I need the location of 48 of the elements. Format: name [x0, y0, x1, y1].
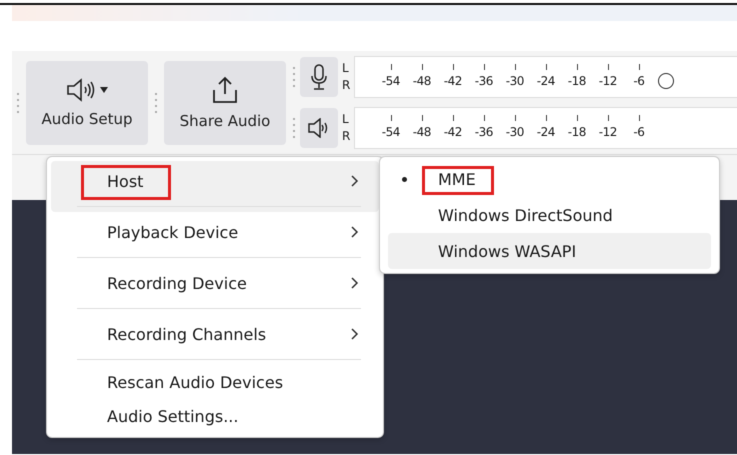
- chevron-right-icon: [351, 226, 359, 238]
- tick-label: -30: [499, 117, 530, 139]
- meter-button[interactable]: [300, 108, 338, 148]
- channel-label: L: [342, 60, 350, 77]
- menu-item[interactable]: Windows WASAPI: [388, 233, 711, 269]
- tick-label: -48: [406, 66, 438, 88]
- channel-label: R: [342, 77, 350, 94]
- tick-label: -18: [561, 117, 592, 139]
- drag-handle[interactable]: [292, 116, 296, 140]
- chevron-right-icon: [351, 328, 359, 340]
- menu-item[interactable]: Audio Settings...: [51, 399, 379, 433]
- tick-label: -12: [592, 66, 624, 88]
- annotation-box: [422, 166, 494, 194]
- tick-label: -6: [623, 66, 654, 88]
- tick-label: -24: [530, 66, 562, 88]
- menu-item[interactable]: Playback Device: [51, 212, 379, 263]
- toolbar-button[interactable]: Audio Setup: [26, 60, 148, 144]
- tick-label: -30: [499, 66, 530, 88]
- tick-label: -54: [375, 66, 406, 88]
- speaker-icon: [66, 78, 96, 102]
- tick-label: -24: [530, 117, 562, 139]
- toolbar-button[interactable]: Share Audio: [164, 60, 286, 144]
- drag-handle[interactable]: [16, 90, 20, 114]
- drag-handle[interactable]: [292, 65, 296, 89]
- menu-item[interactable]: Recording Channels: [51, 314, 379, 365]
- drag-handle[interactable]: [154, 90, 158, 114]
- menu-item[interactable]: Recording Device: [51, 263, 379, 314]
- tick-label: -18: [561, 66, 592, 88]
- menu-item[interactable]: MME: [388, 161, 711, 197]
- tick-label: -54: [375, 117, 406, 139]
- meter-button[interactable]: [300, 57, 338, 97]
- menu-item[interactable]: Rescan Audio Devices: [51, 365, 379, 399]
- menu-item[interactable]: Host: [51, 161, 379, 212]
- caret-icon: [100, 86, 108, 92]
- tick-label: -36: [468, 117, 500, 139]
- tick-label: -36: [468, 66, 500, 88]
- chevron-right-icon: [351, 175, 359, 187]
- share-icon: [210, 76, 240, 104]
- microphone-icon: [311, 64, 327, 90]
- menu-item[interactable]: Windows DirectSound: [388, 197, 711, 233]
- tick-label: -6: [623, 117, 654, 139]
- chevron-right-icon: [351, 277, 359, 289]
- channel-label: R: [342, 128, 350, 145]
- tick-label: -42: [437, 66, 468, 88]
- tick-label: -48: [406, 117, 438, 139]
- channel-label: L: [342, 111, 350, 128]
- tick-label: -42: [437, 117, 468, 139]
- tick-label: -12: [592, 117, 624, 139]
